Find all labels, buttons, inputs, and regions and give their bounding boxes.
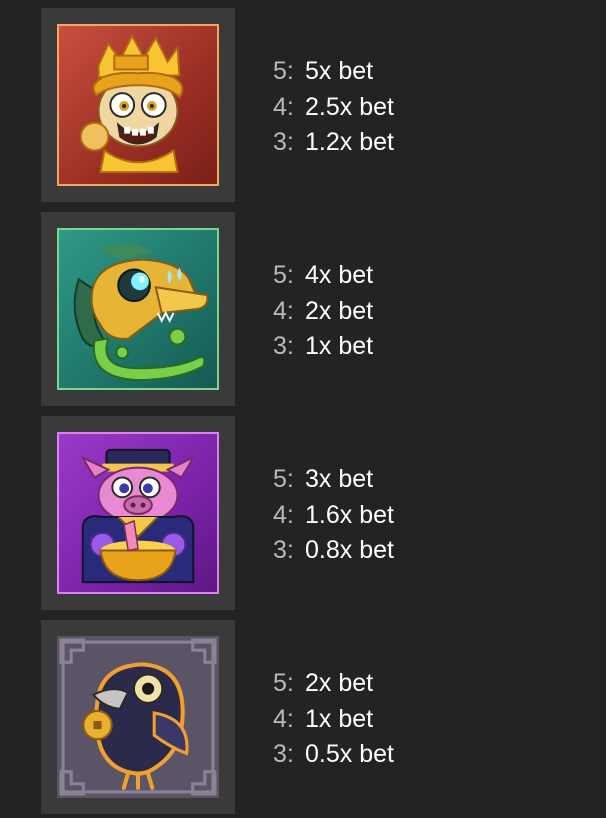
symbol-count: 3: [273,536,294,564]
black-crow-icon [57,636,219,798]
payout-line: 4: 2.5x bet [273,90,394,126]
symbol-count: 4: [273,500,294,529]
payout-line: 5: 3x bet [273,462,394,498]
payout-value: 4x bet [305,261,374,289]
paytable-row: 5: 5x bet 4: 2.5x bet 3: 1.2x bet [0,8,606,202]
symbol-count: 5: [273,261,294,289]
payout-line: 5: 2x bet [273,666,394,702]
payout-line: 3: 0.5x bet [273,737,394,773]
symbol-count: 4: [273,704,294,733]
payout-list: 5: 3x bet 4: 1.6x bet 3: 0.8x bet [273,462,394,569]
payout-list: 5: 4x bet 4: 2x bet 3: 1x bet [273,258,373,365]
payout-line: 5: 5x bet [273,54,394,90]
payout-line: 3: 0.8x bet [273,533,394,569]
symbol-tile [41,416,235,610]
payout-line: 5: 4x bet [273,258,373,294]
paytable-row: 5: 2x bet 4: 1x bet 3: 0.5x bet [0,620,606,814]
symbol-count: 5: [273,57,294,85]
symbol-count: 5: [273,669,294,697]
symbol-count: 4: [273,92,294,121]
payout-value: 1x bet [305,704,374,733]
payout-line: 3: 1.2x bet [273,125,394,161]
payout-list: 5: 2x bet 4: 1x bet 3: 0.5x bet [273,666,394,773]
symbol-count: 3: [273,740,294,768]
payout-line: 4: 2x bet [273,294,373,330]
payout-value: 0.5x bet [305,740,394,768]
payout-value: 1.2x bet [305,128,394,156]
payout-value: 3x bet [305,465,374,493]
green-dragon-icon [57,228,219,390]
payout-list: 5: 5x bet 4: 2.5x bet 3: 1.2x bet [273,54,394,161]
symbol-tile [41,8,235,202]
golden-monkey-king-icon [57,24,219,186]
symbol-count: 5: [273,465,294,493]
payout-line: 4: 1x bet [273,702,394,738]
payout-value: 0.8x bet [305,536,394,564]
payout-value: 2x bet [305,296,374,325]
symbol-count: 3: [273,332,294,360]
payout-value: 2.5x bet [305,92,394,121]
symbol-count: 4: [273,296,294,325]
pig-with-treasure-icon [57,432,219,594]
paytable: 5: 5x bet 4: 2.5x bet 3: 1.2x bet 5: 4x … [0,0,606,818]
payout-value: 5x bet [305,57,374,85]
payout-value: 1.6x bet [305,500,394,529]
payout-line: 4: 1.6x bet [273,498,394,534]
payout-value: 1x bet [305,332,374,360]
symbol-tile [41,620,235,814]
symbol-count: 3: [273,128,294,156]
paytable-row: 5: 4x bet 4: 2x bet 3: 1x bet [0,212,606,406]
paytable-row: 5: 3x bet 4: 1.6x bet 3: 0.8x bet [0,416,606,610]
symbol-tile [41,212,235,406]
payout-value: 2x bet [305,669,374,697]
payout-line: 3: 1x bet [273,329,373,365]
